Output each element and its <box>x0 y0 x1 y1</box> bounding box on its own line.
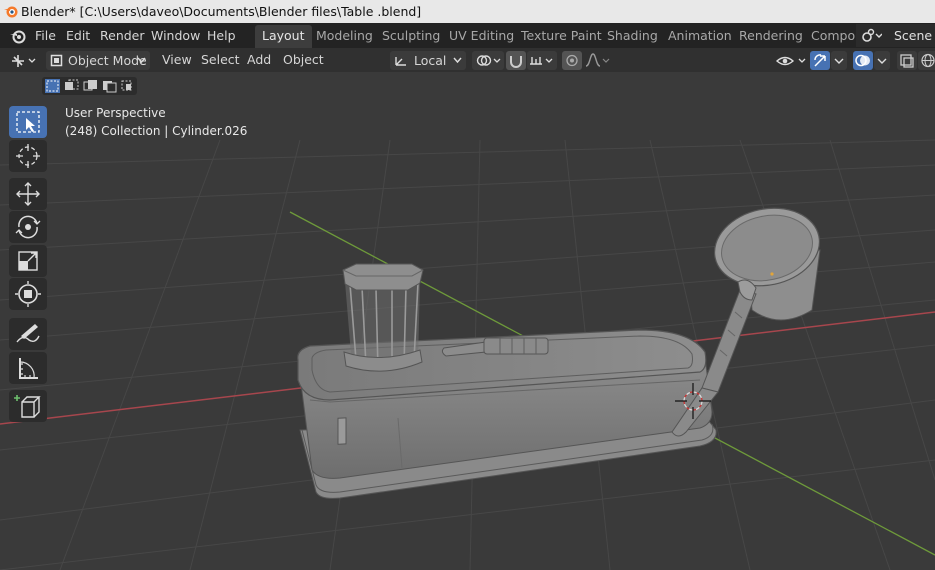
menu-window[interactable]: Window <box>151 23 200 48</box>
eye-icon <box>775 56 806 66</box>
orientation-icon <box>395 57 406 66</box>
menu-render[interactable]: Render <box>100 23 145 48</box>
magnet-icon <box>510 56 522 68</box>
cursor-tool[interactable] <box>9 140 47 172</box>
measure-tool[interactable] <box>9 352 47 384</box>
overlays-icon <box>855 54 870 67</box>
pivot-icon <box>476 55 501 66</box>
mode-dropdown[interactable]: Object Mode <box>46 51 150 70</box>
select-box-icon <box>16 111 40 133</box>
pencil-icon <box>16 324 40 343</box>
gizmo-toggle[interactable] <box>810 51 830 70</box>
xray-icon <box>900 54 914 68</box>
mode-label: Object Mode <box>68 53 147 68</box>
scene-icon <box>862 28 882 42</box>
menu-object[interactable]: Object <box>283 48 324 72</box>
proportional-edit-icon <box>566 54 578 67</box>
chevron-down-icon <box>834 58 844 64</box>
move-arrows-icon <box>16 182 40 206</box>
chevron-down-icon <box>453 57 462 64</box>
scale-tool[interactable] <box>9 245 47 277</box>
rotate-icon <box>15 215 41 239</box>
menu-help[interactable]: Help <box>207 23 236 48</box>
viewport-header: Object Mode View Select Add Object Local <box>0 48 935 72</box>
menu-add[interactable]: Add <box>247 48 271 72</box>
transform-icon <box>15 281 41 307</box>
object-mode-icon <box>50 54 63 67</box>
tab-compositing[interactable]: Compo <box>804 25 857 47</box>
select-intersect-icon[interactable] <box>120 78 137 94</box>
scene-selector[interactable]: Scene <box>856 24 935 47</box>
proportional-edit-toggle[interactable] <box>562 51 582 70</box>
overlays-dropdown[interactable] <box>874 51 890 70</box>
viewport-perspective-label: User Perspective <box>65 106 166 120</box>
shading-wireframe-button[interactable] <box>918 51 935 70</box>
move-tool[interactable] <box>9 178 47 210</box>
tab-uv-editing[interactable]: UV Editing <box>442 25 521 47</box>
tab-sculpting[interactable]: Sculpting <box>375 25 447 47</box>
tab-modeling[interactable]: Modeling <box>309 25 380 47</box>
tab-animation[interactable]: Animation <box>661 25 739 47</box>
tab-rendering[interactable]: Rendering <box>732 25 810 47</box>
menu-file[interactable]: File <box>35 23 56 48</box>
tab-shading[interactable]: Shading <box>600 25 665 47</box>
crosshair-cursor-icon <box>16 144 40 168</box>
3d-viewport[interactable]: User Perspective (248) Collection | Cyli… <box>0 72 935 570</box>
scale-icon <box>18 251 38 271</box>
pivot-point-dropdown[interactable] <box>472 51 504 70</box>
gizmo-dropdown[interactable] <box>831 51 847 70</box>
snap-increment-icon <box>530 57 553 65</box>
editor-type-icon <box>12 55 36 67</box>
chevron-down-icon <box>877 58 887 64</box>
top-bar: File Edit Render Window Help Layout Mode… <box>0 23 935 48</box>
rotate-tool[interactable] <box>9 211 47 243</box>
visibility-dropdown[interactable] <box>775 51 809 70</box>
gizmo-icon <box>814 54 826 67</box>
wireframe-sphere-icon <box>921 53 935 68</box>
scene-name: Scene <box>894 28 933 43</box>
snap-toggle[interactable] <box>506 51 526 70</box>
xray-toggle[interactable] <box>897 51 917 70</box>
select-mode-group <box>42 77 137 95</box>
add-cube-icon <box>14 395 41 418</box>
viewport-scene[interactable] <box>0 72 935 570</box>
select-difference-icon[interactable] <box>101 78 118 94</box>
snap-target-dropdown[interactable] <box>527 51 557 70</box>
orientation-label: Local <box>414 53 447 68</box>
blender-logo-icon <box>4 6 18 18</box>
ruler-icon <box>19 358 38 379</box>
overlays-toggle[interactable] <box>853 51 873 70</box>
transform-tool[interactable] <box>9 278 47 310</box>
tab-layout[interactable]: Layout <box>255 25 312 48</box>
orientation-dropdown[interactable]: Local <box>390 51 466 70</box>
falloff-dropdown[interactable] <box>583 51 611 70</box>
editor-type-button[interactable] <box>8 51 40 70</box>
chevron-down-icon <box>137 57 146 64</box>
falloff-curve-icon <box>585 53 610 67</box>
blender-menu-icon[interactable] <box>9 27 27 44</box>
select-new-icon[interactable] <box>44 78 61 94</box>
select-extend-icon[interactable] <box>63 78 80 94</box>
annotate-tool[interactable] <box>9 318 47 350</box>
menu-view[interactable]: View <box>162 48 192 72</box>
menu-edit[interactable]: Edit <box>66 23 90 48</box>
add-cube-tool[interactable] <box>9 390 47 422</box>
tab-texture-paint[interactable]: Texture Paint <box>514 25 609 47</box>
viewport-collection-info: (248) Collection | Cylinder.026 <box>65 124 248 138</box>
cage-model[interactable] <box>342 263 424 372</box>
select-box-tool[interactable] <box>9 106 47 138</box>
window-titlebar: Blender* [C:\Users\daveo\Documents\Blend… <box>0 0 935 23</box>
select-subtract-icon[interactable] <box>82 78 99 94</box>
menu-select[interactable]: Select <box>201 48 240 72</box>
window-title: Blender* [C:\Users\daveo\Documents\Blend… <box>21 4 422 19</box>
